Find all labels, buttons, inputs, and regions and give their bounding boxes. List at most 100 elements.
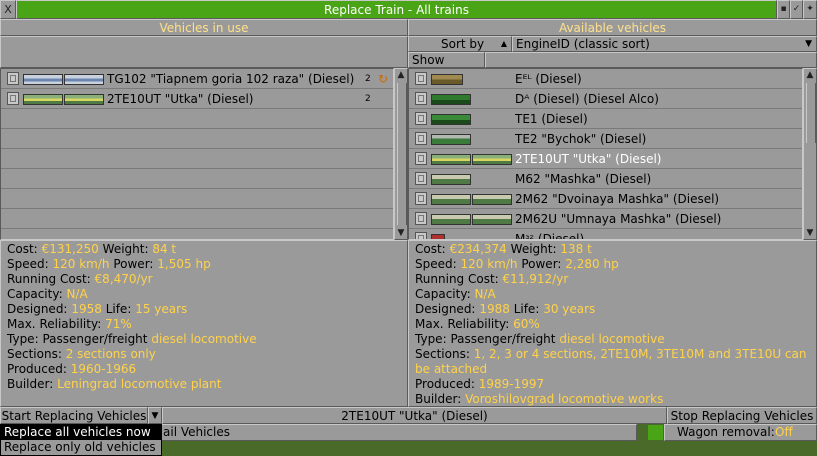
info-text: 120 km/h	[460, 257, 518, 271]
info-text: 60%	[513, 317, 540, 331]
sort-label: Sort by	[441, 37, 485, 51]
list-item[interactable]: Eᴱᴸ (Diesel)	[409, 69, 802, 89]
list-item-selected[interactable]: 2TE10UT "Utka" (Diesel)	[409, 149, 802, 169]
info-text: 1, 2, 3 or 4 sections, 2TE10M, 3TE10M an…	[473, 347, 807, 361]
info-text: Leningrad locomotive plant	[57, 377, 222, 391]
info-text: 30 years	[543, 302, 596, 316]
sort-ascending-icon: ▲	[500, 39, 507, 48]
info-text: Running Cost:	[7, 272, 91, 286]
list-item-label: TE2 "Bychok" (Diesel)	[515, 131, 647, 146]
train-sprite-icon	[431, 194, 512, 205]
info-text: Cost:	[7, 242, 38, 256]
sort-order-button[interactable]: Sort by ▲	[408, 36, 512, 52]
replacement-vehicle-label: 2TE10UT "Utka" (Diesel)	[162, 407, 667, 424]
list-item[interactable]: 2M62U "Umnaya Mashka" (Diesel)	[409, 209, 802, 229]
info-text: 138 t	[560, 242, 592, 256]
sticky-icon[interactable]: ✓	[790, 0, 803, 19]
vehicle-crate-icon	[7, 92, 19, 105]
vehicle-crate-icon	[415, 112, 427, 125]
info-text: Weight:	[102, 242, 149, 256]
train-sprite-icon	[431, 154, 512, 165]
menu-item-replace-old[interactable]: Replace only old vehicles	[1, 440, 161, 455]
info-text: 84 t	[152, 242, 177, 256]
list-item[interactable]: TE1 (Diesel)	[409, 109, 802, 129]
train-sprite-icon	[431, 94, 471, 105]
info-text: 2,280 hp	[565, 257, 619, 271]
list-item-label: 2TE10UT "Utka" (Diesel)	[515, 151, 662, 166]
info-text: 1,505 hp	[157, 257, 211, 271]
replace-mode-menu[interactable]: Replace all vehicles now Replace only ol…	[0, 424, 162, 456]
info-text: Max. Reliability:	[7, 317, 102, 331]
list-item[interactable]: TE2 "Bychok" (Diesel)	[409, 129, 802, 149]
info-text: 15 years	[135, 302, 188, 316]
list-item[interactable]: M62 "Mashka" (Diesel)	[409, 169, 802, 189]
show-hidden-button[interactable]: Show hidden	[408, 52, 485, 81]
shade-icon[interactable]: ▪	[777, 0, 790, 19]
stop-replacing-button[interactable]: Stop Replacing Vehicles	[667, 407, 817, 424]
info-text: Produced:	[7, 362, 67, 376]
info-text: 120 km/h	[52, 257, 110, 271]
sort-criteria-dropdown[interactable]: EngineID (classic sort) ▼	[512, 36, 817, 52]
info-text: Builder:	[415, 392, 462, 406]
info-text: €8,470/yr	[94, 272, 153, 286]
close-button[interactable]: X	[0, 0, 16, 19]
empty-row	[1, 149, 393, 169]
info-text: 1958	[71, 302, 102, 316]
empty-row	[1, 209, 393, 229]
list-item-label: TG102 "Tiapnem goria 102 raza" (Diesel)	[107, 71, 355, 86]
vehicle-count: 2	[365, 73, 371, 84]
list-item[interactable]: Mᶟᶻ (Diesel)	[409, 229, 802, 239]
list-item-label: TE1 (Diesel)	[515, 111, 588, 126]
info-text: N/A	[66, 287, 88, 301]
info-text: Max. Reliability:	[415, 317, 510, 331]
vehicle-crate-icon	[415, 172, 427, 185]
wagon-removal-value: Off	[775, 425, 793, 439]
available-vehicles-list[interactable]: Eᴱᴸ (Diesel) Dᴬ (Diesel) (Diesel Alco) T…	[408, 68, 803, 240]
available-vehicles-header: Available vehicles	[408, 19, 817, 36]
scroll-up-icon[interactable]: ▲	[395, 69, 407, 81]
list-item[interactable]: Dᴬ (Diesel) (Diesel Alco)	[409, 89, 802, 109]
list-item[interactable]: 2M62 "Dvoinaya Mashka" (Diesel)	[409, 189, 802, 209]
list-item-label: 2M62U "Umnaya Mashka" (Diesel)	[515, 211, 722, 226]
empty-row	[1, 229, 393, 239]
autoreplace-icon: ↻	[378, 71, 389, 86]
scroll-thumb[interactable]	[397, 83, 407, 225]
scroll-down-icon[interactable]: ▼	[804, 227, 816, 239]
list-item[interactable]: TG102 "Tiapnem goria 102 raza" (Diesel) …	[1, 69, 393, 89]
info-text: Life:	[105, 302, 132, 316]
menu-item-replace-all[interactable]: Replace all vehicles now	[1, 425, 161, 440]
vehicle-crate-icon	[415, 212, 427, 225]
start-replacing-button[interactable]: Start Replacing Vehicles	[0, 407, 148, 424]
wagon-removal-toggle[interactable]: Wagon removal: Off	[664, 424, 817, 441]
train-sprite-icon	[431, 214, 512, 225]
info-text: diesel locomotive	[151, 332, 257, 346]
info-text: Cost:	[415, 242, 446, 256]
left-scrollbar[interactable]: ▲ ▼	[394, 68, 408, 240]
scroll-down-icon[interactable]: ▼	[395, 227, 407, 239]
vehicle-count: 2	[365, 93, 371, 104]
scroll-thumb[interactable]	[806, 83, 816, 143]
right-scrollbar[interactable]: ▲ ▼	[803, 68, 817, 240]
empty-row	[1, 109, 393, 129]
list-item[interactable]: 2TE10UT "Utka" (Diesel) 2	[1, 89, 393, 109]
info-text: €131,250	[41, 242, 99, 256]
info-text: diesel locomotive	[559, 332, 665, 346]
pin-icon[interactable]: ✦	[803, 0, 817, 19]
start-replacing-dropdown[interactable]: ▼	[148, 407, 162, 424]
vehicles-in-use-header: Vehicles in use	[0, 19, 408, 36]
window-title[interactable]: Replace Train - All trains	[16, 0, 777, 19]
list-item-label: 2M62 "Dvoinaya Mashka" (Diesel)	[515, 191, 720, 206]
empty-row	[1, 129, 393, 149]
info-text: Passenger/freight	[42, 332, 148, 346]
info-text: Sections:	[415, 347, 470, 361]
train-sprite-icon	[431, 114, 471, 125]
scroll-up-icon[interactable]: ▲	[804, 69, 816, 81]
info-text: Produced:	[415, 377, 475, 391]
status-indicator	[648, 425, 663, 440]
vehicles-in-use-list[interactable]: TG102 "Tiapnem goria 102 raza" (Diesel) …	[0, 68, 394, 240]
info-text: be attached	[415, 362, 488, 376]
train-sprite-icon	[23, 94, 104, 105]
wagon-removal-label: Wagon removal:	[677, 425, 775, 439]
info-text: 71%	[105, 317, 132, 331]
info-text: Voroshilovgrad locomotive works	[465, 392, 664, 406]
